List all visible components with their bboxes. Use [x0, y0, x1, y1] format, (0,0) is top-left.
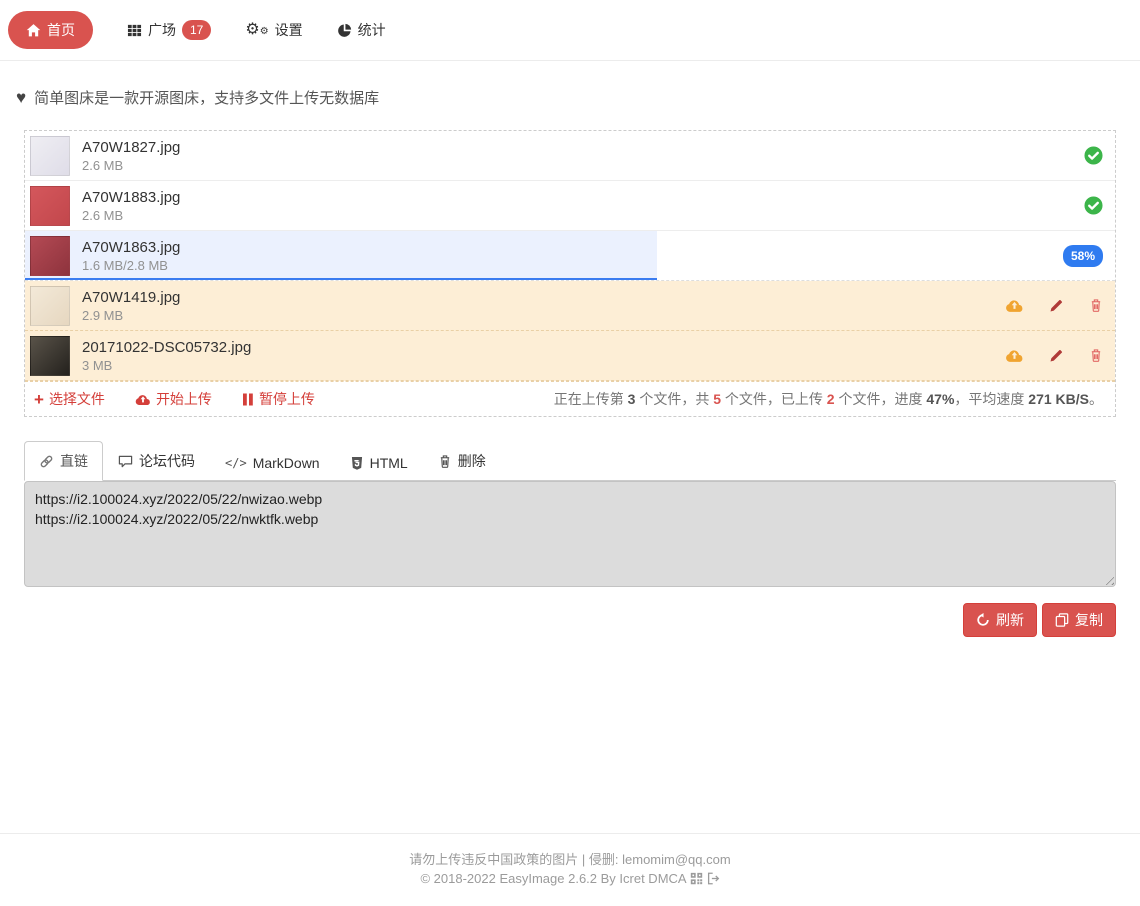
- file-thumbnail: [30, 136, 70, 176]
- select-files-button[interactable]: + 选择文件: [34, 389, 105, 409]
- tab-label: 删除: [458, 451, 486, 471]
- file-thumbnail: [30, 186, 70, 226]
- file-name: A70W1883.jpg: [82, 188, 1084, 207]
- gallery-count-badge: 17: [182, 20, 211, 40]
- refresh-label: 刷新: [996, 610, 1024, 630]
- pause-upload-button[interactable]: 暂停上传: [242, 389, 315, 409]
- upload-progress-badge: 58%: [1063, 245, 1103, 267]
- html5-icon: [350, 456, 364, 471]
- top-navbar: 首页 广场 17 ⚙⚙ 设置 统计: [0, 0, 1140, 61]
- refresh-button[interactable]: 刷新: [963, 603, 1037, 637]
- file-row: A70W1863.jpg 1.6 MB/2.8 MB 58%: [25, 231, 1115, 281]
- grid-icon: [127, 23, 142, 38]
- file-name: 20171022-DSC05732.jpg: [82, 338, 1005, 357]
- output-tabs: 直链 论坛代码 </> MarkDown HTML: [24, 441, 1116, 481]
- plus-icon: +: [34, 391, 44, 408]
- file-thumbnail: [30, 236, 70, 276]
- file-row: 20171022-DSC05732.jpg 3 MB: [25, 331, 1115, 381]
- rename-file-button[interactable]: [1049, 348, 1064, 363]
- select-files-label: 选择文件: [49, 389, 105, 409]
- file-size: 3 MB: [82, 357, 1005, 374]
- tab-delete[interactable]: 删除: [423, 441, 501, 481]
- upload-file-button[interactable]: [1005, 348, 1024, 363]
- tab-label: MarkDown: [253, 455, 320, 471]
- file-size: 2.6 MB: [82, 157, 1084, 174]
- file-list: A70W1827.jpg 2.6 MB: [25, 131, 1115, 381]
- delete-file-button[interactable]: [1089, 298, 1103, 313]
- copy-icon: [1055, 613, 1069, 627]
- copy-button[interactable]: 复制: [1042, 603, 1116, 637]
- qr-code-icon[interactable]: [690, 872, 703, 885]
- file-name: A70W1827.jpg: [82, 138, 1084, 157]
- upload-toolbar: + 选择文件 开始上传 暂停上传 正在上传第 3 个文件，共 5 个文件，已上传…: [25, 381, 1115, 416]
- upload-success-icon: [1084, 196, 1103, 215]
- page-footer: 请勿上传违反中国政策的图片 | 侵删: lemomim@qq.com © 201…: [0, 833, 1140, 906]
- site-tagline: ♥ 简单图床是一款开源图床，支持多文件上传无数据库: [0, 61, 1140, 130]
- sign-out-icon[interactable]: [707, 872, 720, 885]
- cloud-upload-icon: [135, 393, 151, 406]
- home-icon: [26, 23, 41, 38]
- start-upload-button[interactable]: 开始上传: [135, 389, 212, 409]
- tab-direct-link[interactable]: 直链: [24, 441, 103, 481]
- pause-upload-label: 暂停上传: [259, 389, 315, 409]
- tab-label: 直链: [60, 451, 88, 471]
- nav-item-statistics[interactable]: 统计: [337, 20, 386, 40]
- footer-policy-line: 请勿上传违反中国政策的图片 | 侵删: lemomim@qq.com: [0, 850, 1140, 869]
- tab-forum-code[interactable]: 论坛代码: [103, 441, 210, 481]
- file-thumbnail: [30, 286, 70, 326]
- tab-label: 论坛代码: [139, 451, 195, 471]
- upload-file-button[interactable]: [1005, 298, 1024, 313]
- file-size: 2.6 MB: [82, 207, 1084, 224]
- upload-panel: A70W1827.jpg 2.6 MB: [24, 130, 1116, 417]
- code-icon: </>: [225, 456, 247, 470]
- upload-status-text: 正在上传第 3 个文件，共 5 个文件，已上传 2 个文件，进度 47%，平均速…: [554, 389, 1103, 409]
- file-size: 1.6 MB/2.8 MB: [82, 257, 1063, 274]
- heart-icon: ♥: [16, 89, 26, 106]
- pause-icon: [242, 393, 254, 406]
- delete-file-button[interactable]: [1089, 348, 1103, 363]
- nav-item-label: 设置: [275, 20, 303, 40]
- file-row: A70W1419.jpg 2.9 MB: [25, 281, 1115, 331]
- upload-success-icon: [1084, 146, 1103, 165]
- nav-item-settings[interactable]: ⚙⚙ 设置: [245, 20, 302, 40]
- footer-copyright-line: © 2018-2022 EasyImage 2.6.2 By Icret DMC…: [0, 869, 1140, 888]
- refresh-icon: [976, 613, 990, 627]
- nav-item-label: 首页: [47, 20, 75, 40]
- start-upload-label: 开始上传: [156, 389, 212, 409]
- pie-chart-icon: [337, 23, 352, 38]
- tagline-text: 简单图床是一款开源图床，支持多文件上传无数据库: [34, 87, 379, 108]
- copy-label: 复制: [1075, 610, 1103, 630]
- output-area: https://i2.100024.xyz/2022/05/22/nwizao.…: [24, 481, 1116, 587]
- nav-item-home[interactable]: 首页: [8, 11, 93, 49]
- footer-copyright-text: © 2018-2022 EasyImage 2.6.2 By Icret DMC…: [420, 871, 685, 886]
- gears-icon: ⚙⚙: [245, 22, 268, 38]
- tab-markdown[interactable]: </> MarkDown: [210, 445, 335, 481]
- nav-item-label: 统计: [358, 20, 386, 40]
- nav-item-label: 广场: [148, 20, 176, 40]
- file-size: 2.9 MB: [82, 307, 1005, 324]
- direct-link-output[interactable]: https://i2.100024.xyz/2022/05/22/nwizao.…: [24, 481, 1116, 587]
- trash-icon: [438, 454, 452, 469]
- file-thumbnail: [30, 336, 70, 376]
- file-row: A70W1827.jpg 2.6 MB: [25, 131, 1115, 181]
- link-icon: [39, 454, 54, 469]
- output-actions: 刷新 复制: [24, 603, 1116, 637]
- tab-label: HTML: [370, 455, 408, 471]
- tab-html[interactable]: HTML: [335, 445, 423, 481]
- file-name: A70W1863.jpg: [82, 238, 1063, 257]
- file-row: A70W1883.jpg 2.6 MB: [25, 181, 1115, 231]
- nav-item-gallery[interactable]: 广场 17: [127, 20, 211, 40]
- rename-file-button[interactable]: [1049, 298, 1064, 313]
- comment-icon: [118, 454, 133, 469]
- file-name: A70W1419.jpg: [82, 288, 1005, 307]
